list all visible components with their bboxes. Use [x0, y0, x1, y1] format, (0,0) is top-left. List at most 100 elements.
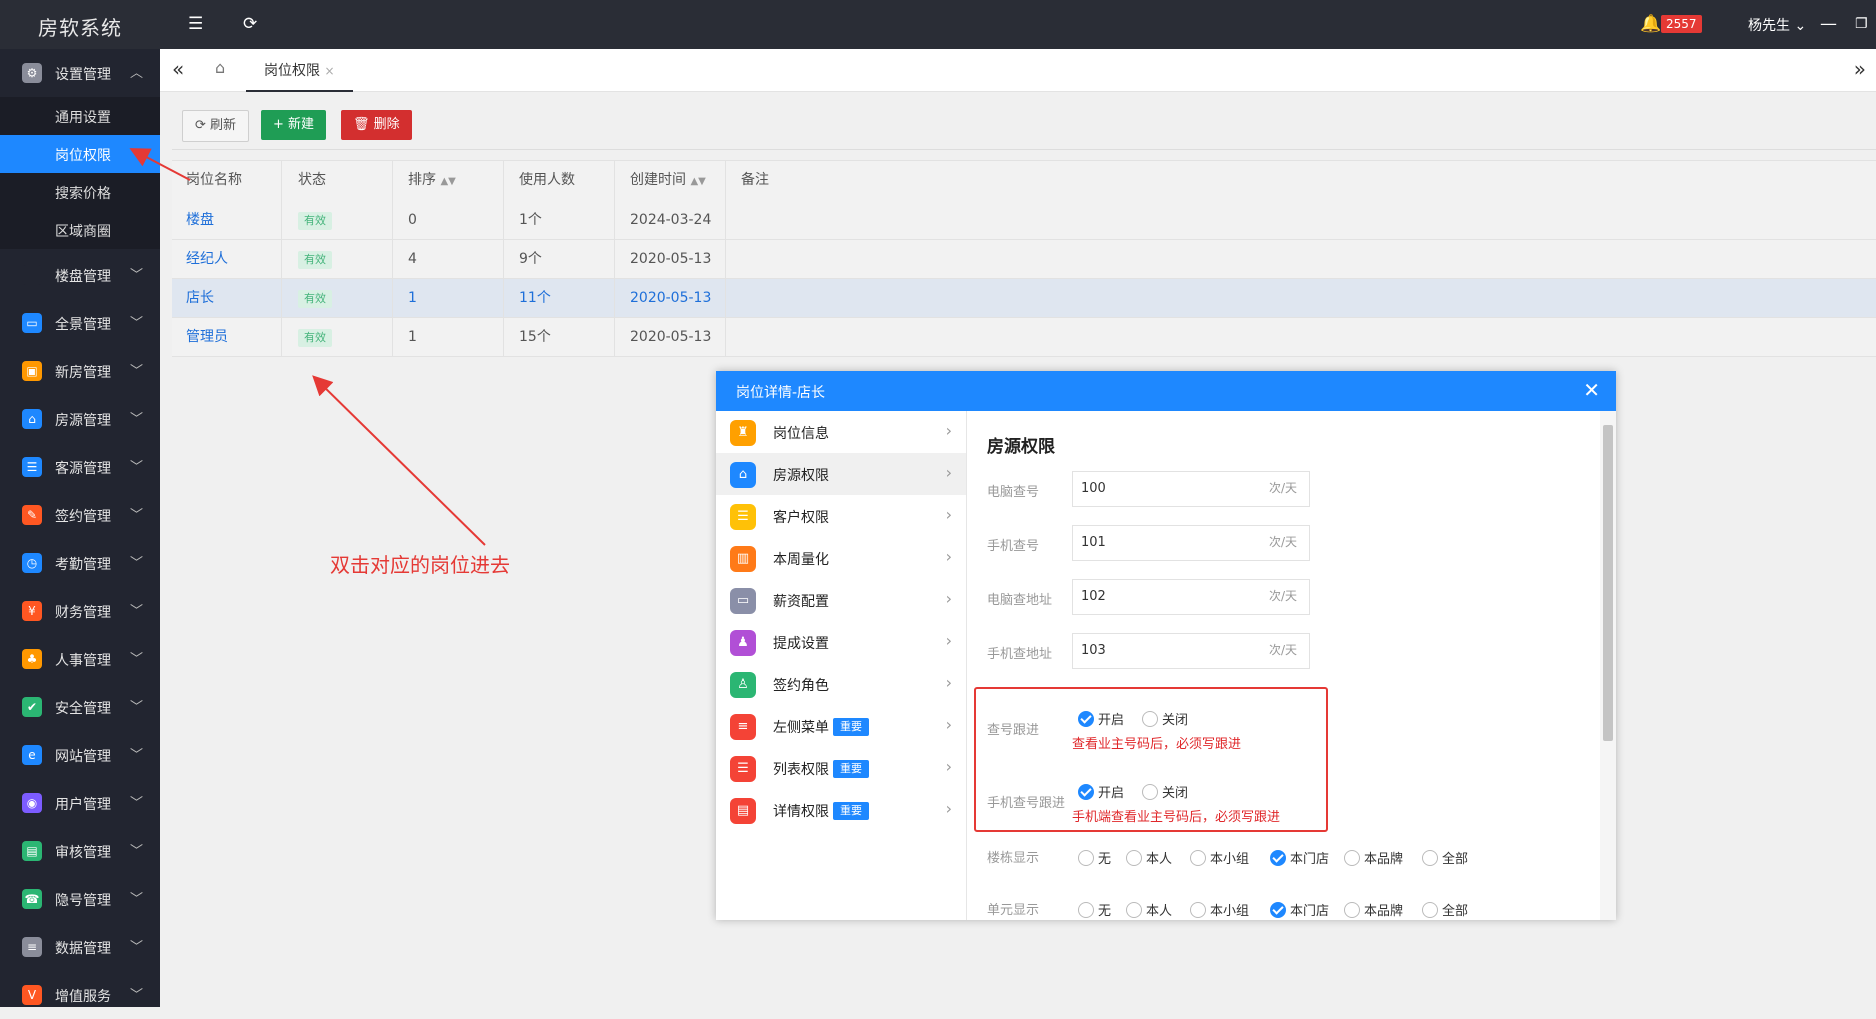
vase-icon: ♜: [730, 420, 756, 446]
radio-unchecked-icon: [1344, 850, 1360, 866]
modal-menu-label: 签约角色: [773, 678, 829, 694]
input-value: 102: [1081, 589, 1106, 604]
input-value: 100: [1081, 481, 1106, 496]
radio-unchecked-icon: [1142, 784, 1158, 800]
limit-input[interactable]: 101 次/天: [1072, 525, 1310, 561]
modal-menu-label: 房源权限: [773, 468, 829, 484]
field-label: 手机查地址: [987, 647, 1053, 662]
input-unit: 次/天: [1268, 481, 1297, 495]
scrollbar-thumb[interactable]: [1603, 425, 1613, 741]
radio-checked-icon: [1078, 784, 1094, 800]
input-value: 101: [1081, 535, 1106, 550]
modal-menu-label: 详情权限: [773, 804, 829, 820]
scope-label: 楼栋显示: [987, 851, 1040, 866]
radio-unchecked-icon: [1190, 850, 1206, 866]
doc-icon: ▤: [730, 798, 756, 824]
scope-radio[interactable]: 无: [1078, 848, 1111, 867]
scope-radio[interactable]: 本小组: [1190, 848, 1249, 867]
follow-label: 手机查号跟进: [987, 796, 1066, 811]
radio-label: 关闭: [1162, 786, 1189, 801]
modal-menu-item-9[interactable]: ▤ 详情权限 重要 ›: [716, 789, 966, 831]
radio-off[interactable]: 关闭: [1142, 709, 1188, 728]
modal-menu-item-3[interactable]: ▥ 本周量化 ›: [716, 537, 966, 579]
modal-title: 岗位详情-店长: [736, 385, 826, 401]
modal-menu-label: 薪资配置: [773, 594, 829, 610]
follow-hint: 手机端查看业主号码后，必须写跟进: [1072, 810, 1281, 825]
modal-menu-item-2[interactable]: ☰ 客户权限 ›: [716, 495, 966, 537]
scope-radio[interactable]: 本品牌: [1344, 848, 1403, 867]
radio-label: 本品牌: [1364, 904, 1404, 919]
radio-label: 本小组: [1210, 852, 1250, 867]
radio-unchecked-icon: [1142, 711, 1158, 727]
modal-menu-label: 提成设置: [773, 636, 829, 652]
scope-radio[interactable]: 全部: [1422, 848, 1468, 867]
chevron-right-icon: ›: [945, 799, 952, 818]
radio-checked-icon: [1078, 711, 1094, 727]
chevron-right-icon: ›: [945, 547, 952, 566]
radio-label: 本人: [1146, 852, 1173, 867]
list-alt-icon: ☰: [730, 756, 756, 782]
modal-menu-item-8[interactable]: ☰ 列表权限 重要 ›: [716, 747, 966, 789]
position-detail-modal: 岗位详情-店长 ✕ ♜ 岗位信息 › ⌂ 房源权限 › ☰ 客户权限 › ▥ 本周量化 › ▭ 薪资配置 ›…: [716, 371, 1616, 920]
person-coin-icon: ♟: [730, 630, 756, 656]
radio-unchecked-icon: [1078, 850, 1094, 866]
radio-label: 本人: [1146, 904, 1173, 919]
limit-input[interactable]: 100 次/天: [1072, 471, 1310, 507]
modal-menu-item-1[interactable]: ⌂ 房源权限 ›: [716, 453, 966, 495]
scope-radio[interactable]: 本小组: [1190, 900, 1249, 919]
section-title: 房源权限: [987, 437, 1055, 457]
chevron-right-icon: ›: [945, 673, 952, 692]
scrollbar[interactable]: [1600, 411, 1616, 920]
limit-input[interactable]: 102 次/天: [1072, 579, 1310, 615]
modal-menu-label: 列表权限: [773, 762, 829, 778]
limit-input[interactable]: 103 次/天: [1072, 633, 1310, 669]
radio-label: 无: [1098, 904, 1112, 919]
radio-unchecked-icon: [1422, 850, 1438, 866]
radio-label: 本小组: [1210, 904, 1250, 919]
radio-label: 全部: [1442, 852, 1469, 867]
radio-off[interactable]: 关闭: [1142, 782, 1188, 801]
scope-radio[interactable]: 无: [1078, 900, 1111, 919]
close-icon[interactable]: ✕: [1583, 378, 1600, 402]
modal-menu-item-5[interactable]: ♟ 提成设置 ›: [716, 621, 966, 663]
annotation-text: 双击对应的岗位进去: [330, 553, 510, 577]
radio-on[interactable]: 开启: [1078, 782, 1124, 801]
radio-label: 无: [1098, 852, 1112, 867]
modal-menu-item-7[interactable]: ≡ 左侧菜单 重要 ›: [716, 705, 966, 747]
radio-label: 关闭: [1162, 713, 1189, 728]
radio-label: 本门店: [1290, 904, 1330, 919]
scope-radio[interactable]: 本门店: [1270, 900, 1329, 919]
scope-radio[interactable]: 本门店: [1270, 848, 1329, 867]
chevron-right-icon: ›: [945, 715, 952, 734]
scope-radio[interactable]: 本人: [1126, 900, 1172, 919]
radio-unchecked-icon: [1190, 902, 1206, 918]
home-icon: ⌂: [730, 462, 756, 488]
radio-unchecked-icon: [1422, 902, 1438, 918]
scope-radio[interactable]: 本品牌: [1344, 900, 1403, 919]
modal-menu-label: 左侧菜单: [773, 720, 829, 736]
wallet-icon: ▭: [730, 588, 756, 614]
radio-checked-icon: [1270, 850, 1286, 866]
radio-unchecked-icon: [1126, 850, 1142, 866]
modal-menu-item-4[interactable]: ▭ 薪资配置 ›: [716, 579, 966, 621]
radio-unchecked-icon: [1126, 902, 1142, 918]
chevron-right-icon: ›: [945, 631, 952, 650]
list-icon: ≡: [730, 714, 756, 740]
input-unit: 次/天: [1268, 535, 1297, 549]
important-badge: 重要: [833, 718, 869, 736]
modal-menu-label: 客户权限: [773, 510, 829, 526]
radio-label: 本门店: [1290, 852, 1330, 867]
radio-label: 全部: [1442, 904, 1469, 919]
chevron-right-icon: ›: [945, 463, 952, 482]
modal-header: 岗位详情-店长 ✕: [716, 371, 1616, 411]
scope-radio[interactable]: 全部: [1422, 900, 1468, 919]
radio-label: 开启: [1098, 786, 1125, 801]
chevron-right-icon: ›: [945, 757, 952, 776]
radio-checked-icon: [1270, 902, 1286, 918]
modal-menu: ♜ 岗位信息 › ⌂ 房源权限 › ☰ 客户权限 › ▥ 本周量化 › ▭ 薪资配置 › ♟ 提成设置 › ♙ 签约角…: [716, 411, 967, 920]
scope-radio[interactable]: 本人: [1126, 848, 1172, 867]
radio-on[interactable]: 开启: [1078, 709, 1124, 728]
modal-menu-item-0[interactable]: ♜ 岗位信息 ›: [716, 411, 966, 453]
important-badge: 重要: [833, 802, 869, 820]
modal-menu-item-6[interactable]: ♙ 签约角色 ›: [716, 663, 966, 705]
